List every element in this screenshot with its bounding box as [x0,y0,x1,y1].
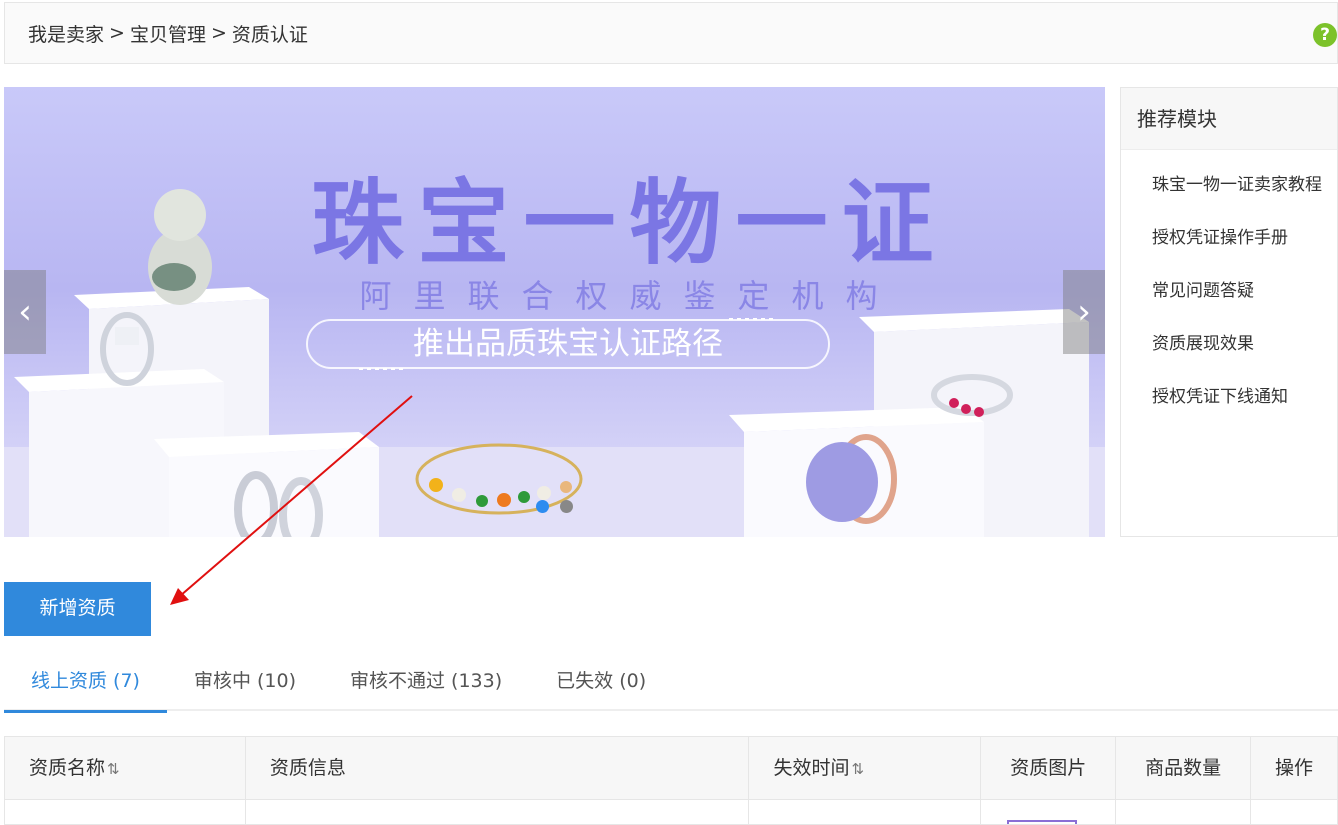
help-icon[interactable]: ? [1313,23,1337,47]
column-header-label: 资质信息 [269,757,346,779]
table-cell [1116,800,1252,824]
breadcrumb-separator: > [109,22,125,44]
side-link-authorization-manual[interactable]: 授权凭证操作手册 [1121,221,1337,274]
column-header-name[interactable]: 资质名称 ⇅ [5,737,246,799]
banner-tagline: 推出品质珠宝认证路径 [306,319,830,369]
qualification-image-thumbnail[interactable] [1007,820,1078,824]
column-header-image: 资质图片 [981,737,1117,799]
table-header: 资质名称 ⇅ 资质信息 失效时间 ⇅ 资质图片 商品数量 操作 [5,737,1338,800]
sort-icon[interactable]: ⇅ [107,760,120,778]
breadcrumb-item-qualification: 资质认证 [231,23,308,46]
banner-subtitle: 阿里联合权威鉴定机构 [359,277,900,315]
carousel-dot-1[interactable] [536,500,549,513]
column-header-item-count: 商品数量 [1116,737,1252,799]
carousel-dot-2[interactable] [560,500,573,513]
side-panel-links: 珠宝一物一证卖家教程 授权凭证操作手册 常见问题答疑 资质展现效果 授权凭证下线… [1121,150,1337,433]
tab-under-review[interactable]: 审核中 (10) [167,655,323,711]
column-header-label: 资质名称 [29,757,106,779]
breadcrumb-item-seller[interactable]: 我是卖家 [28,20,104,47]
banner-title: 珠宝一物一证 [311,169,948,277]
qualification-status-tabs: 线上资质 (7) 审核中 (10) 审核不通过 (133) 已失效 (0) [4,655,1338,713]
banner-carousel[interactable]: 珠宝一物一证 阿里联合权威鉴定机构 推出品质珠宝认证路径 ‹ › [4,87,1105,537]
column-header-label: 商品数量 [1145,757,1222,779]
table-cell [981,800,1117,824]
column-header-info: 资质信息 [246,737,750,799]
column-header-label: 资质图片 [1010,757,1087,779]
table-cell [246,800,750,824]
column-header-label: 失效时间 [773,757,850,779]
breadcrumb: 我是卖家 > 宝贝管理 > 资质认证 ? [4,2,1338,64]
side-link-faq[interactable]: 常见问题答疑 [1121,274,1337,327]
tab-online[interactable]: 线上资质 (7) [4,655,167,713]
table-cell [749,800,982,824]
breadcrumb-separator: > [210,22,227,44]
table-cell [5,800,246,824]
sort-icon[interactable]: ⇅ [851,760,864,778]
table-row [5,800,1338,824]
column-header-actions: 操作 [1251,737,1338,799]
add-qualification-button[interactable]: 新增资质 [4,582,151,636]
tab-rejected[interactable]: 审核不通过 (133) [323,655,529,711]
side-link-offline-notice[interactable]: 授权凭证下线通知 [1121,380,1337,433]
tab-expired[interactable]: 已失效 (0) [529,655,673,711]
column-header-label: 操作 [1275,757,1314,779]
table-cell [1251,800,1338,824]
recommended-module-panel: 推荐模块 珠宝一物一证卖家教程 授权凭证操作手册 常见问题答疑 资质展现效果 授… [1120,87,1338,537]
column-header-expiry[interactable]: 失效时间 ⇅ [749,737,982,799]
breadcrumb-item-item-management[interactable]: 宝贝管理 [130,20,206,47]
carousel-prev-button[interactable]: ‹ [4,270,46,354]
qualification-table: 资质名称 ⇅ 资质信息 失效时间 ⇅ 资质图片 商品数量 操作 [4,736,1338,825]
carousel-next-button[interactable]: › [1063,270,1105,354]
side-panel-title: 推荐模块 [1121,88,1337,150]
side-link-display-effect[interactable]: 资质展现效果 [1121,327,1337,380]
side-link-seller-tutorial[interactable]: 珠宝一物一证卖家教程 [1121,168,1337,221]
